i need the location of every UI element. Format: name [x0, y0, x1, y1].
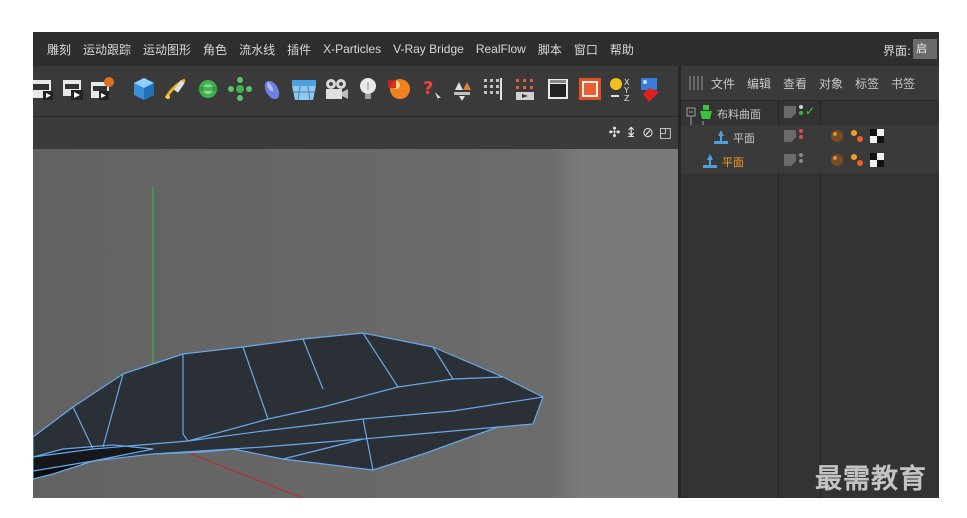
object-tags [830, 153, 884, 167]
tracer-icon[interactable] [481, 76, 507, 102]
deformer-icon[interactable] [259, 76, 285, 102]
cube-icon[interactable] [131, 76, 157, 102]
object-manager-menu: 文件 编辑 查看 对象 标签 书签 [681, 66, 939, 101]
layout-label: 界面: [882, 44, 911, 58]
object-row-cloth-surface[interactable]: 布料曲面 ✓ [681, 101, 939, 125]
cloth-tag-icon[interactable] [830, 129, 844, 143]
maximize-view-icon[interactable]: ◰ [659, 125, 672, 141]
plane-icon [703, 154, 717, 168]
watermark-logo: 最需教育 [815, 464, 927, 495]
array-icon[interactable] [227, 76, 253, 102]
svg-text:?: ? [423, 78, 433, 99]
cinema4d-window: 雕刻 运动跟踪 运动图形 角色 流水线 插件 X-Particles V-Ray… [33, 32, 939, 498]
layer-toggle[interactable] [784, 106, 796, 118]
menu-mograph[interactable]: 运动图形 [143, 41, 191, 58]
help-icon[interactable]: ? [417, 76, 443, 102]
object-row-plane[interactable]: 平面 [681, 149, 939, 173]
om-menu-file[interactable]: 文件 [711, 75, 735, 92]
svg-text:Z: Z [624, 94, 630, 102]
visibility-dots[interactable] [799, 129, 803, 143]
texture-tag-icon[interactable] [870, 129, 884, 143]
object-name[interactable]: 平面 [722, 154, 744, 170]
object-row-plane-child[interactable]: 平面 [681, 125, 939, 149]
panel-grip-icon[interactable] [689, 76, 705, 90]
om-menu-bookmarks[interactable]: 书签 [891, 75, 915, 92]
menu-pipeline[interactable]: 流水线 [239, 41, 275, 58]
move-view-icon[interactable]: ✣ [609, 125, 621, 141]
plane-icon [714, 130, 728, 144]
camera-icon[interactable] [323, 76, 349, 102]
visibility-dots[interactable] [799, 105, 803, 119]
material-icon[interactable] [387, 76, 413, 102]
texture-tag-icon[interactable] [870, 153, 884, 167]
object-name[interactable]: 布料曲面 [717, 106, 761, 122]
object-name[interactable]: 平面 [733, 130, 755, 146]
render-region-icon[interactable] [33, 76, 55, 102]
zoom-view-icon[interactable]: ↨ [625, 125, 637, 141]
rotate-view-icon[interactable]: ⊘ [642, 125, 654, 141]
menu-character[interactable]: 角色 [203, 41, 227, 58]
menu-x-particles[interactable]: X-Particles [323, 42, 381, 56]
cloth-tag-icon[interactable] [637, 76, 663, 102]
menu-help[interactable]: 帮助 [610, 41, 634, 58]
phong-tag-icon[interactable] [850, 153, 864, 167]
viewport-header: ✣ ↨ ⊘ ◰ [33, 117, 678, 149]
film-icon[interactable] [545, 76, 571, 102]
layer-toggle[interactable] [784, 130, 796, 142]
pen-spline-icon[interactable] [163, 76, 189, 102]
om-menu-edit[interactable]: 编辑 [747, 75, 771, 92]
menu-window[interactable]: 窗口 [574, 41, 598, 58]
viewport-scene [33, 149, 678, 498]
menu-vray-bridge[interactable]: V-Ray Bridge [393, 42, 464, 56]
main-toolbar: ? XYZ [33, 66, 678, 117]
om-menu-tags[interactable]: 标签 [855, 75, 879, 92]
light-icon[interactable] [355, 76, 381, 102]
render-view-icon[interactable] [61, 76, 87, 102]
3d-viewport[interactable] [33, 149, 678, 498]
object-manager: 文件 编辑 查看 对象 标签 书签 布料曲面 ✓ 平面 平面 [678, 66, 939, 498]
frame-icon[interactable] [577, 76, 603, 102]
menu-realflow[interactable]: RealFlow [476, 42, 526, 56]
subdivision-icon[interactable] [195, 76, 221, 102]
grid-icon[interactable] [513, 76, 539, 102]
cloth-surface-icon [700, 105, 712, 119]
symmetry-icon[interactable] [449, 76, 475, 102]
menu-motion-tracking[interactable]: 运动跟踪 [83, 41, 131, 58]
menu-plugins[interactable]: 插件 [287, 41, 311, 58]
om-menu-object[interactable]: 对象 [819, 75, 843, 92]
floor-icon[interactable] [291, 76, 317, 102]
layout-dropdown[interactable]: 启动 [913, 39, 937, 59]
object-list: 布料曲面 ✓ 平面 平面 [681, 101, 939, 498]
phong-tag-icon[interactable] [850, 129, 864, 143]
collider-tag-icon[interactable] [830, 153, 844, 167]
viewport-nav: ✣ ↨ ⊘ ◰ [609, 125, 672, 141]
main-menubar: 雕刻 运动跟踪 运动图形 角色 流水线 插件 X-Particles V-Ray… [33, 32, 939, 66]
visibility-dots[interactable] [799, 153, 803, 167]
menu-script[interactable]: 脚本 [538, 41, 562, 58]
render-settings-icon[interactable] [89, 76, 115, 102]
om-menu-view[interactable]: 查看 [783, 75, 807, 92]
object-tags [830, 129, 884, 143]
layer-toggle[interactable] [784, 154, 796, 166]
menu-sculpt[interactable]: 雕刻 [47, 41, 71, 58]
xyz-icon[interactable]: XYZ [607, 76, 633, 102]
enabled-check-icon[interactable]: ✓ [805, 104, 815, 118]
